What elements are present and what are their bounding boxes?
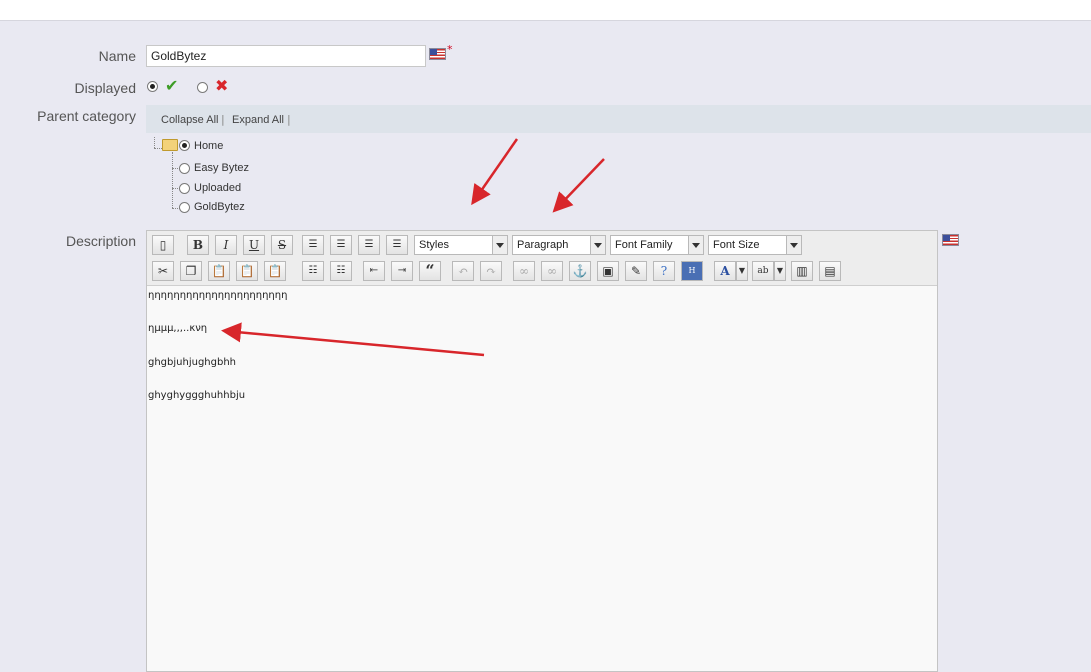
align-justify-icon[interactable]: ☰ (386, 235, 408, 255)
separator: | (221, 113, 225, 126)
align-right-icon[interactable]: ☰ (358, 235, 380, 255)
align-left-icon[interactable]: ☰ (302, 235, 324, 255)
annotation-arrow (471, 138, 519, 206)
folder-open-icon (162, 139, 178, 151)
displayed-no-radio[interactable] (197, 82, 208, 93)
strikethrough-icon[interactable]: S (271, 235, 293, 255)
expand-all-link[interactable]: Expand All (232, 114, 284, 126)
check-icon: ✔ (165, 76, 179, 95)
unlink-icon[interactable]: ∞ (541, 261, 563, 281)
tree-line (172, 152, 173, 208)
name-input[interactable]: GoldBytez (146, 45, 426, 67)
media-icon[interactable]: ▥ (791, 261, 813, 281)
us-flag-icon[interactable] (942, 234, 959, 246)
underline-icon[interactable]: U (243, 235, 265, 255)
font-size-value: Font Size (713, 239, 760, 251)
displayed-yes-radio[interactable] (147, 81, 158, 92)
collapse-all-link[interactable]: Collapse All (161, 114, 218, 126)
tree-line (154, 148, 162, 149)
content-line: ghyghyggghuhhbju (148, 390, 246, 401)
redo-icon[interactable]: ↷ (480, 261, 502, 281)
copy-icon[interactable]: ❐ (180, 261, 202, 281)
chevron-down-icon (786, 236, 801, 254)
category-uploaded[interactable]: Uploaded (194, 182, 241, 194)
description-label: Description (65, 233, 136, 249)
indent-icon[interactable]: ⇥ (391, 261, 413, 281)
separator: | (287, 113, 291, 126)
category-goldbytez[interactable]: GoldBytez (194, 201, 245, 213)
cleanup-icon[interactable]: ✎ (625, 261, 647, 281)
editor-toolbar: ▯ B I U S ☰ ☰ ☰ ☰ Styles Paragraph Font … (147, 231, 937, 286)
chevron-down-icon (688, 236, 703, 254)
image-icon[interactable]: ▣ (597, 261, 619, 281)
rich-text-editor[interactable]: ▯ B I U S ☰ ☰ ☰ ☰ Styles Paragraph Font … (146, 230, 938, 672)
paste-icon[interactable]: 📋 (208, 261, 230, 281)
content-line: ημμμ,,,..κνη (148, 323, 208, 334)
chevron-down-icon (492, 236, 507, 254)
bold-icon[interactable]: B (187, 235, 209, 255)
displayed-label: Displayed (74, 80, 136, 96)
align-center-icon[interactable]: ☰ (330, 235, 352, 255)
cross-icon: ✖ (215, 76, 229, 95)
font-family-select[interactable]: Font Family (610, 235, 704, 255)
cut-icon[interactable]: ✂ (152, 261, 174, 281)
highlight-color-icon[interactable]: ab (752, 261, 774, 281)
category-radio-goldbytez[interactable] (179, 202, 190, 213)
font-family-value: Font Family (615, 239, 673, 251)
chevron-down-icon[interactable]: ▼ (736, 261, 748, 281)
styles-select[interactable]: Styles (414, 235, 508, 255)
us-flag-icon[interactable] (429, 48, 446, 60)
chevron-down-icon[interactable]: ▼ (774, 261, 786, 281)
paste-word-icon[interactable]: 📋 (264, 261, 286, 281)
outdent-icon[interactable]: ⇤ (363, 261, 385, 281)
category-radio-easy-bytez[interactable] (179, 163, 190, 174)
top-bar (0, 0, 1091, 21)
category-home[interactable]: Home (194, 140, 223, 152)
category-radio-uploaded[interactable] (179, 183, 190, 194)
new-document-icon[interactable]: ▯ (152, 235, 174, 255)
numbered-list-icon[interactable]: ☷ (330, 261, 352, 281)
text-color-icon[interactable]: A (714, 261, 736, 281)
category-easy-bytez[interactable]: Easy Bytez (194, 162, 249, 174)
bullet-list-icon[interactable]: ☷ (302, 261, 324, 281)
blockquote-icon[interactable]: “ (419, 261, 441, 281)
content-line: ghgbjuhjughgbhh (148, 357, 237, 368)
name-label: Name (98, 48, 136, 64)
format-select[interactable]: Paragraph (512, 235, 606, 255)
annotation-arrow (552, 158, 605, 213)
required-marker: * (447, 43, 453, 56)
undo-icon[interactable]: ↶ (452, 261, 474, 281)
parent-category-label: Parent category (37, 108, 136, 124)
format-value: Paragraph (517, 239, 569, 251)
help-icon[interactable]: ? (653, 261, 675, 281)
styles-value: Styles (419, 239, 449, 251)
link-icon[interactable]: ∞ (513, 261, 535, 281)
italic-icon[interactable]: I (215, 235, 237, 255)
content-line: ηηηηηηηηηηηηηηηηηηηηηη (148, 290, 288, 301)
tree-line (154, 137, 155, 148)
font-size-select[interactable]: Font Size (708, 235, 802, 255)
chevron-down-icon (590, 236, 605, 254)
html-source-icon[interactable]: H (681, 261, 703, 281)
template-icon[interactable]: ▤ (819, 261, 841, 281)
anchor-icon[interactable]: ⚓ (569, 261, 591, 281)
category-radio-home[interactable] (179, 140, 190, 151)
paste-text-icon[interactable]: 📋 (236, 261, 258, 281)
